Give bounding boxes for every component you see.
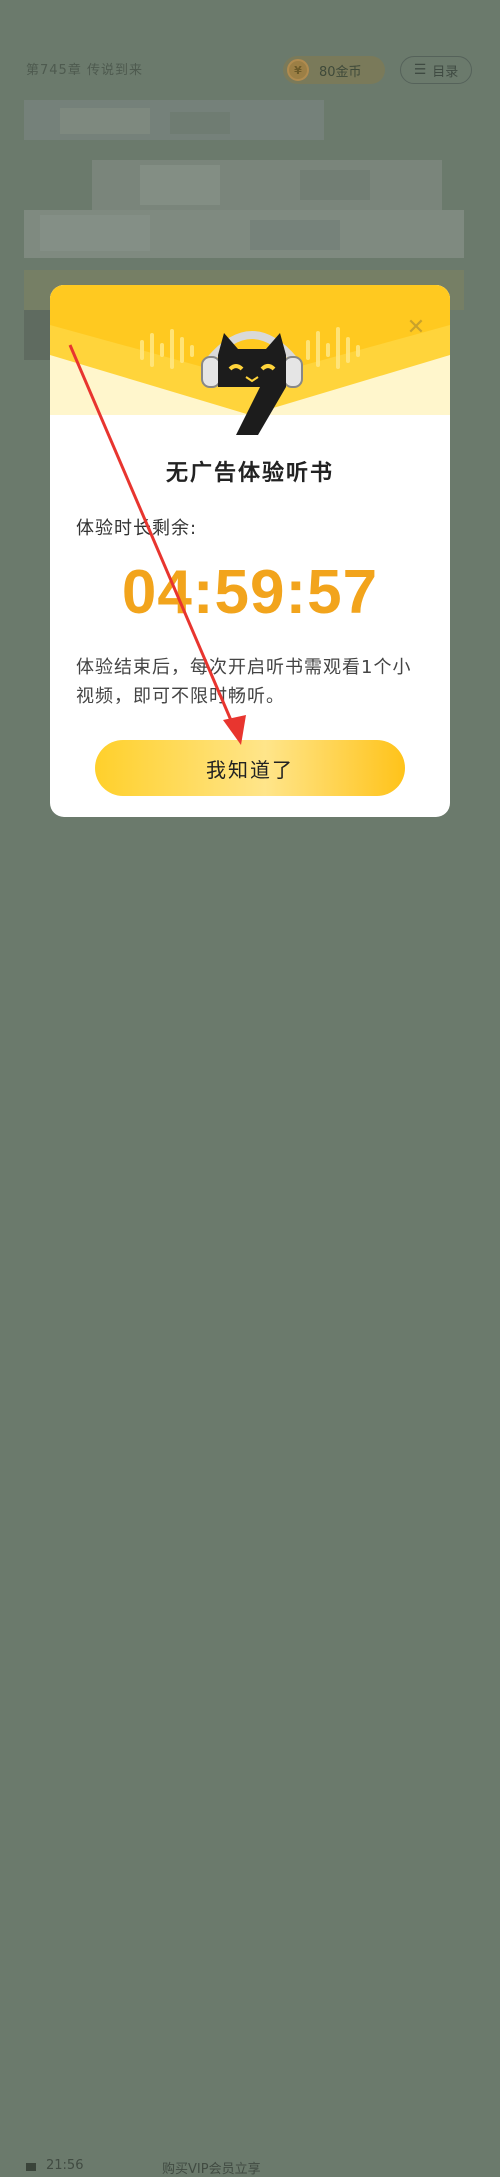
close-icon: ✕ bbox=[406, 314, 426, 340]
reader-footer: 21:56 购买VIP会员立享 bbox=[0, 1078, 500, 2177]
modal-title: 无广告体验听书 bbox=[165, 461, 334, 486]
headphone-cat-7-icon bbox=[201, 331, 303, 435]
close-button[interactable]: ✕ bbox=[404, 314, 428, 340]
remaining-time-label: 体验时长剩余: bbox=[76, 518, 198, 539]
trial-modal: ✕ 无广告体验听书 体验时长剩余: 04:59:57 体验结束后，每次开启听书需… bbox=[50, 285, 450, 817]
battery-icon bbox=[26, 2163, 36, 2171]
trial-description: 体验结束后，每次开启听书需观看1个小视频，即可不限时畅听。 bbox=[76, 657, 412, 707]
got-it-button[interactable]: 我知道了 bbox=[95, 740, 405, 796]
vip-link[interactable]: 购买VIP会员立享 bbox=[162, 2158, 261, 2177]
clock: 21:56 bbox=[46, 2158, 84, 2173]
countdown-timer: 04:59:57 bbox=[121, 558, 379, 627]
